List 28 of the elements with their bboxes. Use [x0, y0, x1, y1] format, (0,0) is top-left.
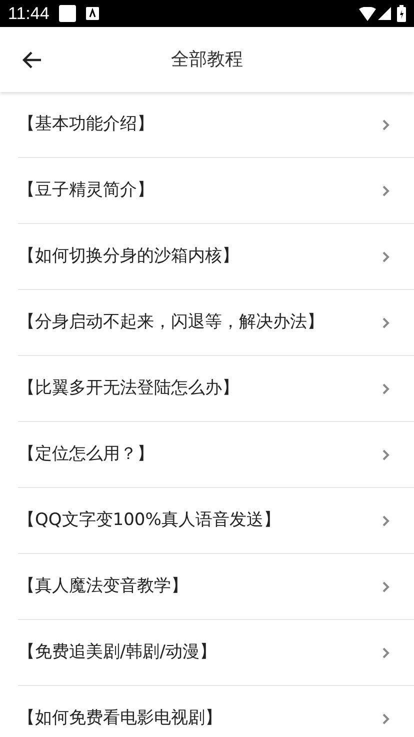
chevron-right-icon	[382, 118, 390, 130]
tutorial-link[interactable]: 【定位怎么用？】	[18, 442, 382, 468]
wifi-icon	[359, 6, 376, 20]
chevron-right-icon	[382, 713, 390, 725]
chevron-right-icon	[382, 580, 390, 592]
back-icon[interactable]	[22, 50, 42, 68]
chevron-right-icon	[382, 448, 390, 460]
chevron-right-icon	[382, 646, 390, 658]
chevron-right-icon	[382, 514, 390, 526]
chevron-right-icon	[382, 316, 390, 328]
signal-icon	[378, 7, 391, 20]
notification-icon	[59, 5, 76, 22]
tutorial-link[interactable]: 【QQ文字变100%真人语音发送】	[18, 508, 382, 534]
tutorial-link[interactable]: 【真人魔法变音教学】	[18, 574, 382, 600]
tutorial-link[interactable]: 【如何免费看电影电视剧】	[18, 706, 382, 732]
chevron-right-icon	[382, 382, 390, 394]
chevron-right-icon	[382, 250, 390, 262]
tutorial-link[interactable]: 【如何切换分身的沙箱内核】	[18, 244, 382, 270]
tutorial-link[interactable]: 【比翼多开无法登陆怎么办】	[18, 376, 382, 402]
tutorial-link[interactable]: 【免费追美剧/韩剧/动漫】	[18, 640, 382, 666]
chevron-right-icon	[382, 184, 390, 196]
status-time: 11:44	[8, 2, 50, 25]
page-title: 全部教程	[171, 48, 243, 72]
battery-icon	[397, 5, 406, 22]
tutorial-link[interactable]: 【豆子精灵简介】	[18, 178, 382, 204]
tutorial-link[interactable]: 【基本功能介绍】	[18, 112, 382, 138]
app-notification-icon	[86, 7, 100, 20]
tutorial-link[interactable]: 【分身启动不起来，闪退等，解决办法】	[18, 310, 382, 336]
